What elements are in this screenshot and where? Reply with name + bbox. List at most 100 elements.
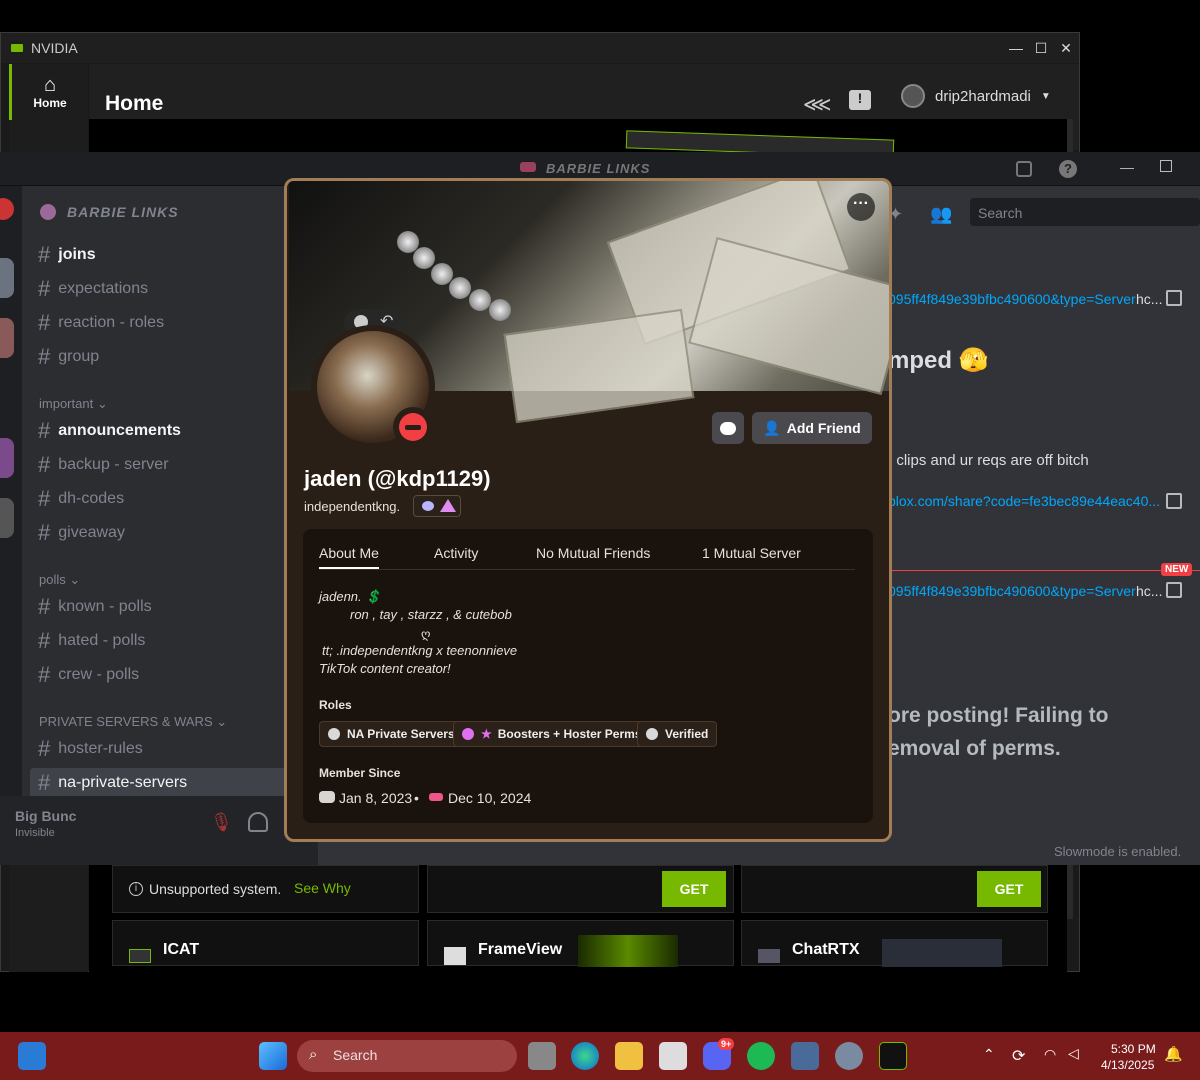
channel-backup-server[interactable]: # backup - server: [38, 450, 169, 480]
nav-home[interactable]: ⌂ Home: [9, 64, 88, 120]
channel-crew-polls[interactable]: # crew - polls: [38, 660, 139, 690]
discord-logo-icon: [319, 791, 335, 803]
channel-label: hoster-rules: [58, 740, 143, 757]
user-menu[interactable]: drip2hardmadi ▼: [901, 84, 1051, 108]
get-button[interactable]: GET: [662, 871, 726, 907]
user-name[interactable]: Big Bunc: [15, 808, 76, 824]
server-icon[interactable]: [0, 198, 14, 220]
channel-known-polls[interactable]: # known - polls: [38, 592, 152, 622]
widgets-icon[interactable]: [18, 1042, 46, 1070]
role-boosters[interactable]: ★ Boosters + Hoster Perms: [453, 721, 651, 747]
role-verified[interactable]: Verified: [637, 721, 718, 747]
inbox-icon[interactable]: [1016, 161, 1032, 177]
chat-bubble-icon: [720, 421, 736, 435]
boost-badge-icon[interactable]: [440, 499, 456, 512]
channel-label: backup - server: [58, 456, 169, 473]
image-icon[interactable]: [1166, 493, 1182, 509]
chain-bead: [489, 299, 511, 321]
chatrtx-icon: [758, 949, 780, 963]
server-name[interactable]: BARBIE LINKS: [67, 204, 179, 220]
channel-hated-polls[interactable]: # hated - polls: [38, 626, 145, 656]
search-icon: ⌕: [309, 1046, 318, 1063]
channel-giveaway[interactable]: # giveaway: [38, 518, 125, 548]
channel-hoster-rules[interactable]: # hoster-rules: [38, 734, 143, 764]
tab-activity[interactable]: Activity: [434, 545, 478, 561]
share-icon[interactable]: ⋘: [803, 92, 831, 117]
nitro-badge-icon[interactable]: [422, 501, 434, 511]
nvidia-icon[interactable]: [879, 1042, 907, 1070]
role-label: Verified: [665, 727, 709, 741]
edge-icon[interactable]: [571, 1042, 599, 1070]
tab-divider: [319, 569, 855, 570]
channel-label: joins: [58, 246, 96, 263]
headphones-icon[interactable]: [248, 812, 268, 832]
category-private-servers[interactable]: PRIVATE SERVERS & WARS ⌄: [39, 714, 227, 730]
hash-icon: #: [38, 486, 51, 511]
role-label: NA Private Servers: [347, 727, 455, 741]
server-icon[interactable]: [0, 258, 14, 298]
search-input[interactable]: Search: [970, 198, 1200, 226]
channel-label: na-private-servers: [58, 774, 188, 791]
server-list: [0, 186, 22, 796]
card-icat[interactable]: ICAT: [112, 920, 419, 966]
get-button[interactable]: GET: [977, 871, 1041, 907]
minimize-icon[interactable]: —: [1003, 33, 1029, 63]
start-icon[interactable]: [259, 1042, 287, 1070]
channel-expectations[interactable]: # expectations: [38, 274, 148, 304]
search-input[interactable]: ⌕ Search: [297, 1040, 517, 1072]
search-placeholder: Search: [333, 1047, 378, 1063]
volume-icon[interactable]: ◁: [1068, 1045, 1079, 1062]
feedback-icon[interactable]: !: [849, 90, 871, 110]
nvidia-titlebar: NVIDIA — ☐ ✕: [1, 33, 1079, 63]
message-button[interactable]: [712, 412, 744, 444]
dnd-icon: [399, 413, 427, 441]
frameview-icon: [444, 947, 466, 965]
app-icon[interactable]: [659, 1042, 687, 1070]
image-icon[interactable]: [1166, 290, 1182, 306]
maximize-icon[interactable]: ☐: [1028, 33, 1054, 63]
category-label: polls: [39, 572, 66, 587]
see-why-link[interactable]: See Why: [294, 880, 351, 896]
category-important[interactable]: important ⌄: [39, 396, 108, 412]
channel-reaction-roles[interactable]: # reaction - roles: [38, 308, 164, 338]
task-view-icon[interactable]: [528, 1042, 556, 1070]
card-chatrtx[interactable]: ChatRTX: [741, 920, 1048, 967]
minimize-icon[interactable]: —: [1120, 159, 1134, 175]
server-icon[interactable]: [0, 318, 14, 358]
home-icon: ⌂: [43, 74, 57, 96]
tab-mutual-servers[interactable]: 1 Mutual Server: [702, 545, 801, 561]
tab-about-me[interactable]: About Me: [319, 545, 379, 569]
help-icon[interactable]: ?: [1059, 160, 1077, 178]
role-na-private-servers[interactable]: NA Private Servers: [319, 721, 464, 747]
settings-icon[interactable]: [835, 1042, 863, 1070]
close-icon[interactable]: ✕: [1053, 33, 1079, 63]
channel-na-private-servers[interactable]: # na-private-servers: [30, 768, 310, 798]
maximize-icon[interactable]: [1160, 160, 1172, 172]
wifi-icon[interactable]: ◠: [1044, 1046, 1056, 1063]
channel-announcements[interactable]: # announcements: [38, 416, 181, 446]
clock-time[interactable]: 5:30 PM: [1111, 1042, 1156, 1056]
message-link[interactable]: 095ff4f849e39bfbc490600&type=Server: [888, 291, 1136, 307]
more-options-icon[interactable]: ···: [847, 193, 875, 221]
channel-dh-codes[interactable]: # dh-codes: [38, 484, 124, 514]
server-icon[interactable]: [0, 498, 14, 538]
spotify-icon[interactable]: [747, 1042, 775, 1070]
image-icon[interactable]: [1166, 582, 1182, 598]
category-polls[interactable]: polls ⌄: [39, 572, 80, 588]
notification-bell-icon[interactable]: 🔔: [1164, 1045, 1183, 1063]
mute-icon[interactable]: 🎙: [210, 812, 234, 836]
chevron-up-icon[interactable]: ⌃: [983, 1046, 995, 1063]
card-frameview[interactable]: FrameView: [427, 920, 734, 967]
server-icon[interactable]: [0, 438, 14, 478]
add-friend-button[interactable]: 👤 Add Friend: [752, 412, 872, 444]
monitor-icon[interactable]: [791, 1042, 819, 1070]
clock-date[interactable]: 4/13/2025: [1101, 1058, 1154, 1072]
members-icon[interactable]: 👥: [930, 204, 952, 225]
channel-group[interactable]: # group: [38, 342, 99, 372]
message-link[interactable]: 095ff4f849e39bfbc490600&type=Server: [888, 583, 1136, 599]
file-explorer-icon[interactable]: [615, 1042, 643, 1070]
channel-joins[interactable]: # joins: [38, 240, 96, 270]
tab-mutual-friends[interactable]: No Mutual Friends: [536, 545, 650, 561]
sync-icon[interactable]: ⟳: [1012, 1046, 1025, 1066]
message-link[interactable]: blox.com/share?code=fe3bec89e44eac40...: [888, 493, 1160, 509]
